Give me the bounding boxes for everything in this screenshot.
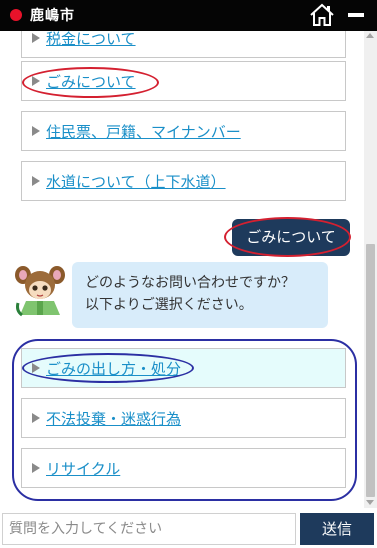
user-message-bubble: ごみについて bbox=[232, 219, 350, 256]
option-label[interactable]: ごみの出し方・処分 bbox=[46, 358, 181, 379]
option-tax[interactable]: 税金について bbox=[21, 31, 346, 58]
home-icon[interactable] bbox=[309, 3, 335, 27]
chatbot-window: 鹿嶋市 税金について ごみについて 住民票、戸籍、マイナンバー 水道について（上… bbox=[0, 0, 377, 548]
option-label[interactable]: リサイクル bbox=[46, 458, 120, 479]
bot-message-line: 以下よりご選択ください。 bbox=[85, 297, 253, 313]
option-water[interactable]: 水道について（上下水道） bbox=[21, 161, 346, 201]
triangle-right-icon bbox=[32, 126, 40, 136]
option-label[interactable]: 水道について（上下水道） bbox=[46, 171, 226, 192]
mascot-avatar-icon bbox=[14, 263, 66, 317]
input-bar: 送信 bbox=[0, 510, 377, 548]
option-label[interactable]: 不法投棄・迷惑行為 bbox=[46, 408, 181, 429]
header-bar: 鹿嶋市 bbox=[0, 0, 377, 31]
minimize-icon[interactable] bbox=[348, 13, 364, 17]
triangle-right-icon bbox=[32, 76, 40, 86]
triangle-right-icon bbox=[32, 363, 40, 373]
triangle-right-icon bbox=[32, 463, 40, 473]
scrollbar-thumb[interactable] bbox=[366, 244, 375, 497]
chat-log[interactable]: 税金について ごみについて 住民票、戸籍、マイナンバー 水道について（上下水道）… bbox=[0, 31, 364, 508]
option-label[interactable]: 税金について bbox=[46, 31, 136, 49]
question-input[interactable] bbox=[2, 513, 296, 545]
bot-message-bubble: どのようなお問い合わせですか？ 以下よりご選択ください。 bbox=[72, 262, 328, 328]
bot-message-line: どのようなお問い合わせですか？ bbox=[85, 275, 295, 291]
option-garbage[interactable]: ごみについて bbox=[21, 61, 346, 101]
send-button[interactable]: 送信 bbox=[300, 513, 374, 545]
triangle-right-icon bbox=[32, 413, 40, 423]
option-resident-registry[interactable]: 住民票、戸籍、マイナンバー bbox=[21, 111, 346, 151]
header-title: 鹿嶋市 bbox=[30, 8, 75, 24]
chat-scrollbar[interactable] bbox=[364, 31, 377, 508]
scroll-down-icon[interactable] bbox=[366, 500, 374, 505]
option-recycle[interactable]: リサイクル bbox=[21, 448, 346, 488]
option-label[interactable]: ごみについて bbox=[46, 71, 136, 92]
red-dot-icon bbox=[10, 9, 22, 21]
option-illegal-dumping[interactable]: 不法投棄・迷惑行為 bbox=[21, 398, 346, 438]
option-label[interactable]: 住民票、戸籍、マイナンバー bbox=[46, 121, 241, 142]
triangle-right-icon bbox=[32, 176, 40, 186]
triangle-right-icon bbox=[32, 33, 40, 43]
option-disposal[interactable]: ごみの出し方・処分 bbox=[21, 348, 346, 388]
scroll-up-icon[interactable] bbox=[366, 33, 374, 38]
